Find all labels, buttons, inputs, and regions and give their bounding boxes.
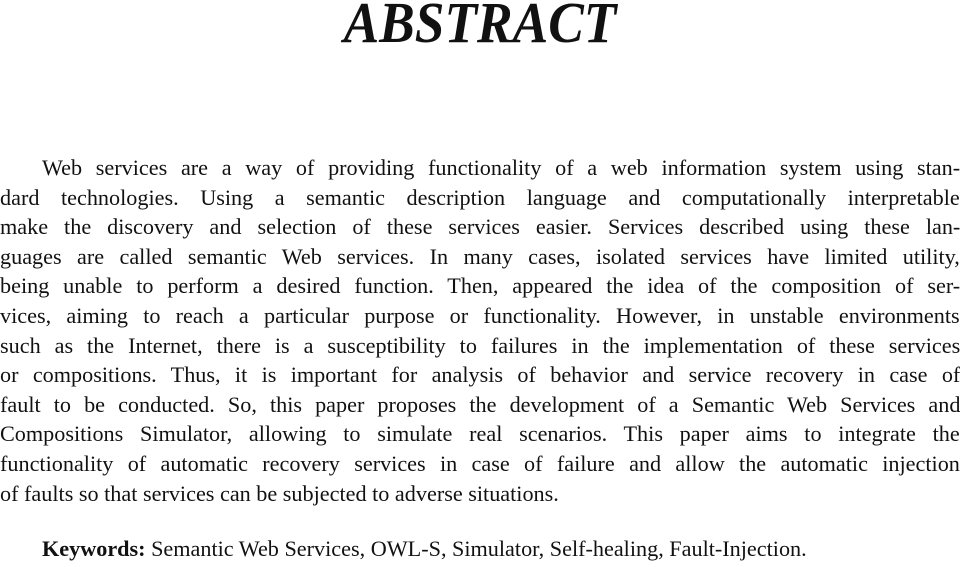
abstract-line: being unable to perform a desired functi… (0, 273, 960, 299)
abstract-line: vices, aiming to reach a particular purp… (0, 302, 960, 328)
abstract-heading: ABSTRACT (343, 0, 617, 55)
abstract-line: Compositions Simulator, allowing to simu… (0, 421, 960, 447)
abstract-line: functionality of automatic recovery serv… (0, 450, 960, 476)
abstract-line: of faults so that services can be subjec… (0, 480, 559, 506)
abstract-line: Web services are a way of providing func… (42, 155, 960, 180)
abstract-line: make the discovery and selection of thes… (0, 214, 960, 240)
abstract-line: fault to be conducted. So, this paper pr… (0, 391, 960, 417)
keywords-list: Semantic Web Services, OWL-S, Simulator,… (145, 536, 807, 561)
abstract-line: guages are called semantic Web services.… (0, 243, 960, 269)
abstract-line: such as the Internet, there is a suscept… (0, 332, 960, 358)
abstract-line: or compositions. Thus, it is important f… (0, 362, 960, 388)
abstract-line: dard technologies. Using a semantic desc… (0, 184, 960, 210)
abstract-paragraph: Web services are a way of providing func… (0, 153, 960, 508)
keywords-line: Keywords: Semantic Web Services, OWL-S, … (42, 534, 807, 564)
keywords-label: Keywords: (42, 536, 146, 561)
